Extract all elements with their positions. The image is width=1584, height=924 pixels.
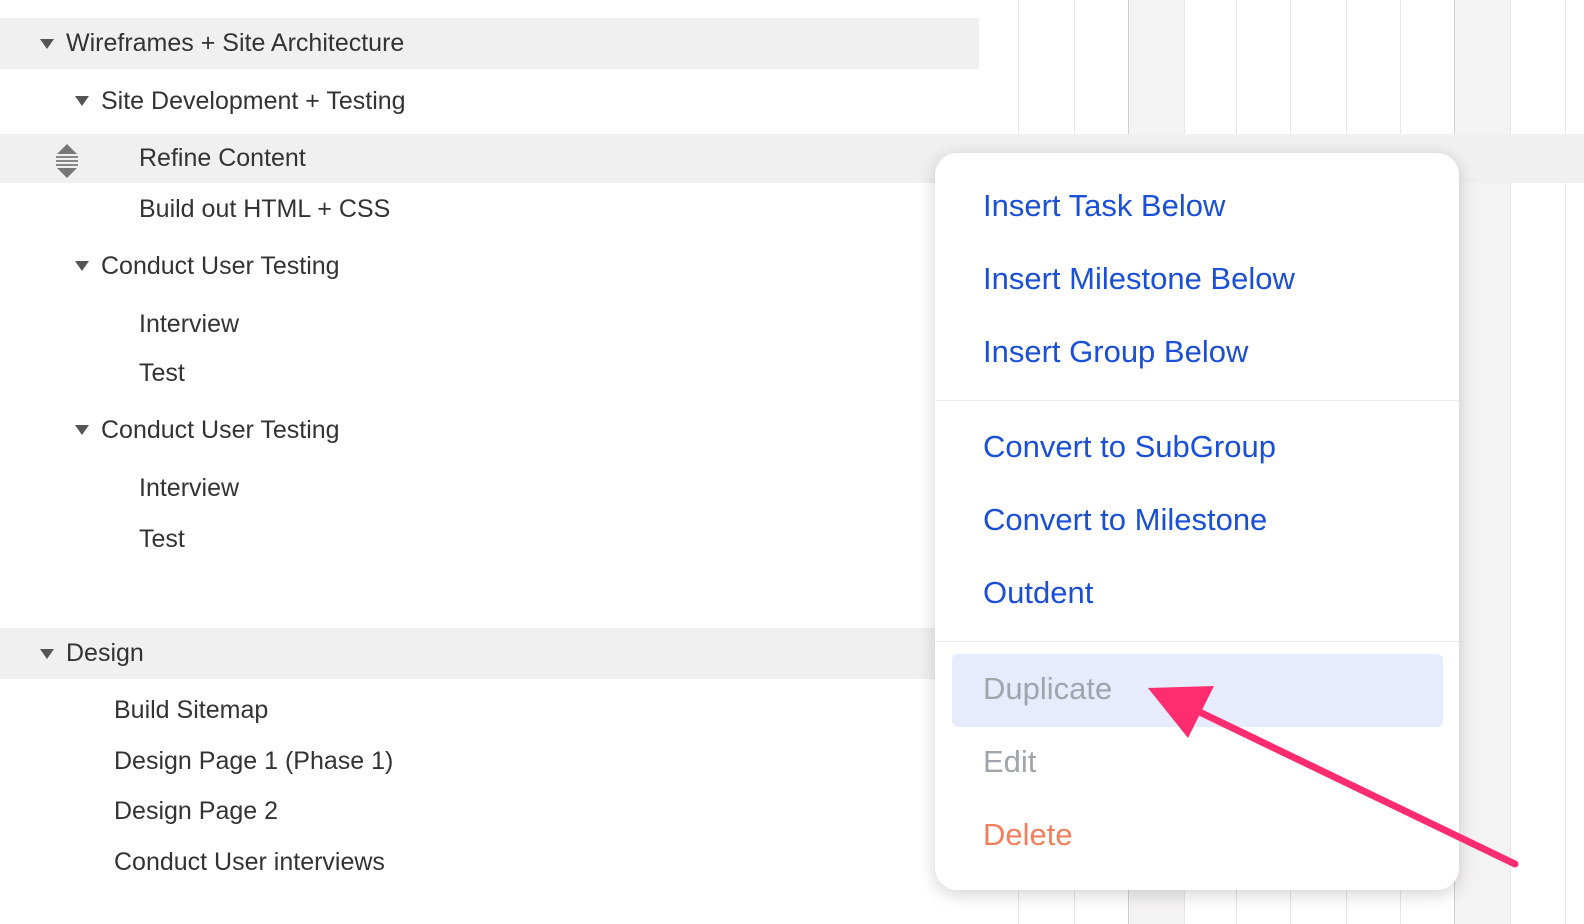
annotation-arrow-icon (1148, 686, 1519, 868)
